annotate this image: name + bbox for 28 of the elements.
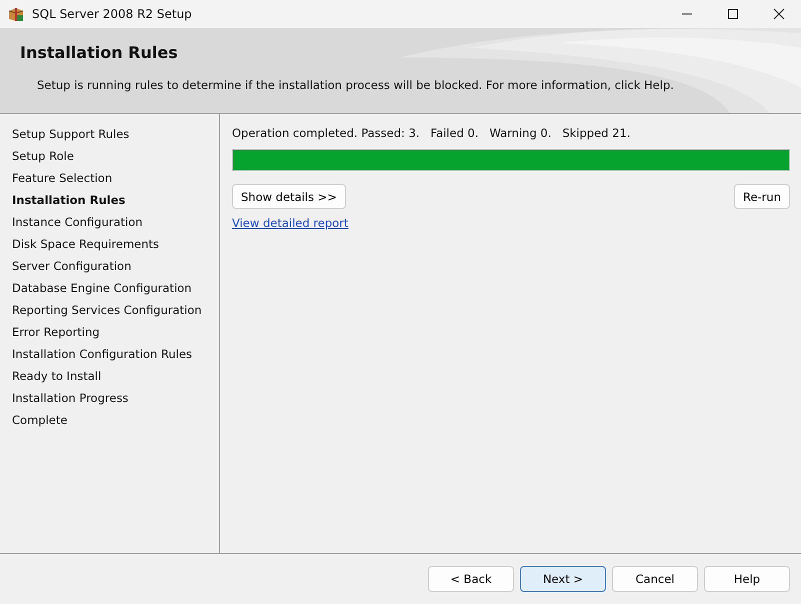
footer-button[interactable]: Help — [704, 566, 790, 592]
sidebar-item[interactable]: Complete — [0, 412, 219, 434]
box-icon — [8, 6, 24, 22]
close-icon[interactable] — [773, 8, 785, 20]
footer-button[interactable]: < Back — [428, 566, 514, 592]
report-link[interactable]: View detailed report — [232, 216, 348, 230]
footer-button[interactable]: Cancel — [612, 566, 698, 592]
sidebar-item[interactable]: Server Configuration — [0, 258, 219, 280]
sidebar-item[interactable]: Disk Space Requirements — [0, 236, 219, 258]
sidebar-item[interactable]: Setup Role — [0, 148, 219, 170]
show-details-button[interactable]: Show details >> — [232, 184, 346, 209]
sidebar-item[interactable]: Error Reporting — [0, 324, 219, 346]
sidebar-item[interactable]: Instance Configuration — [0, 214, 219, 236]
sidebar-item[interactable]: Installation Rules — [0, 192, 219, 214]
sidebar-item[interactable]: Database Engine Configuration — [0, 280, 219, 302]
sidebar-item[interactable]: Installation Configuration Rules — [0, 346, 219, 368]
page-description: Setup is running rules to determine if the installation process will be blocked. For more information, click Help. — [36, 77, 675, 92]
rerun-button[interactable]: Re-run — [734, 184, 790, 209]
sidebar-item[interactable]: Ready to Install — [0, 368, 219, 390]
maximize-icon[interactable] — [727, 8, 739, 20]
sidebar-item[interactable]: Reporting Services Configuration — [0, 302, 219, 324]
status-text: Operation completed. Passed: 3. Failed 0. Warning 0. Skipped 21. — [232, 126, 630, 140]
footer-button[interactable]: Next > — [520, 566, 606, 592]
page-title: Installation Rules — [19, 42, 179, 62]
window-title: SQL Server 2008 R2 Setup — [32, 7, 192, 21]
sidebar-item[interactable]: Setup Support Rules — [0, 126, 219, 148]
sidebar-item[interactable]: Feature Selection — [0, 170, 219, 192]
sidebar-item[interactable]: Installation Progress — [0, 390, 219, 412]
